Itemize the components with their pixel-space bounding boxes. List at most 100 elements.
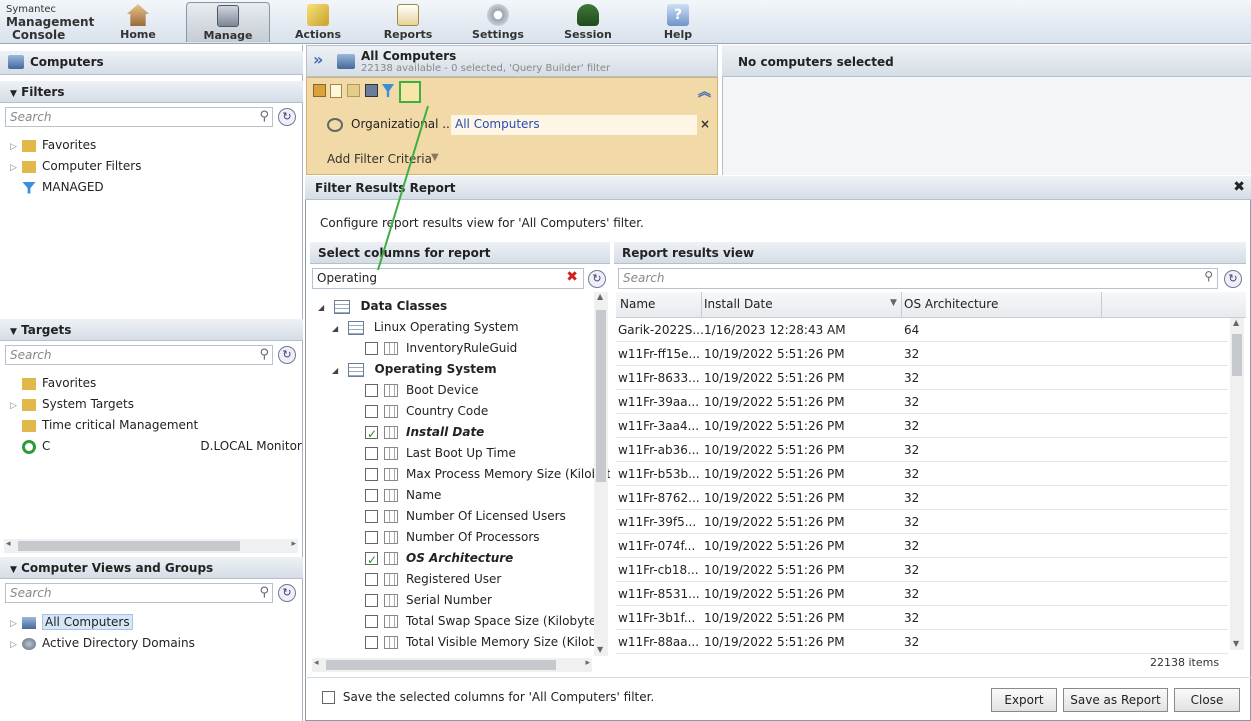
column-checkbox[interactable] <box>365 636 378 649</box>
nav-help[interactable]: ? Help <box>636 2 720 42</box>
close-button[interactable]: Close <box>1174 688 1240 712</box>
tree-item-time-critical[interactable]: Time critical Management <box>10 415 198 435</box>
column-option[interactable]: Boot Device <box>365 380 478 401</box>
tree-horizontal-scrollbar[interactable]: ◂ ▸ <box>312 658 592 672</box>
tree-item-target-favorites[interactable]: Favorites <box>10 373 96 393</box>
column-option[interactable]: Number Of Licensed Users <box>365 506 566 527</box>
scroll-left-arrow-icon[interactable]: ◂ <box>314 658 319 668</box>
column-checkbox[interactable] <box>365 468 378 481</box>
add-filter-criteria-link[interactable]: Add Filter Criteria <box>327 152 432 166</box>
collapse-arrow-icon[interactable]: ◢ <box>318 303 324 312</box>
search-icon[interactable]: ⚲ <box>259 585 269 600</box>
tree-node-data-classes[interactable]: ◢ Data Classes <box>318 296 447 317</box>
export-button[interactable]: Export <box>991 688 1057 712</box>
table-row[interactable]: w11Fr-ab36... 10/19/2022 5:51:26 PM 32 <box>616 438 1228 462</box>
filters-search-input[interactable]: Search ⚲ <box>5 107 273 127</box>
save-columns-checkbox[interactable] <box>322 691 335 704</box>
tree-item-computer-filters[interactable]: ▷ Computer Filters <box>10 156 141 176</box>
add-filter-icon[interactable] <box>313 84 326 97</box>
document-icon[interactable] <box>330 84 342 98</box>
chevron-down-icon[interactable]: ▼ <box>431 152 439 163</box>
results-search-input[interactable]: Search ⚲ <box>618 268 1218 289</box>
column-option[interactable]: Last Boot Up Time <box>365 443 516 464</box>
views-search-input[interactable]: Search ⚲ <box>5 583 273 603</box>
column-option[interactable]: Total Visible Memory Size (Kilobyt <box>365 632 608 653</box>
scroll-thumb[interactable] <box>326 660 556 670</box>
collapse-arrow-icon[interactable]: ◢ <box>332 324 338 333</box>
nav-reports[interactable]: Reports <box>366 2 450 42</box>
column-header-name[interactable]: Name <box>620 297 655 311</box>
nav-session[interactable]: Session <box>546 2 630 42</box>
filter-results-report-icon[interactable] <box>399 81 421 103</box>
column-option[interactable]: Total Swap Space Size (Kilobytes) <box>365 611 607 632</box>
refresh-icon[interactable]: ↻ <box>278 584 296 602</box>
column-option[interactable]: OS Architecture <box>365 548 513 571</box>
column-checkbox[interactable] <box>365 573 378 586</box>
sort-arrow-icon[interactable]: ▼ <box>890 298 897 308</box>
refresh-icon[interactable]: ↻ <box>278 108 296 126</box>
column-checkbox[interactable] <box>365 342 378 355</box>
table-row[interactable]: w11Fr-39f5... 10/19/2022 5:51:26 PM 32 <box>616 510 1228 534</box>
search-icon[interactable]: ⚲ <box>259 347 269 362</box>
report-icon[interactable] <box>365 84 378 97</box>
column-option[interactable]: Name <box>365 485 441 506</box>
scroll-up-arrow-icon[interactable]: ▲ <box>1233 318 1239 327</box>
results-vertical-scrollbar[interactable]: ▲ ▼ <box>1230 318 1244 650</box>
tree-item-managed[interactable]: MANAGED <box>10 177 104 197</box>
nav-home[interactable]: Home <box>96 2 180 42</box>
table-row[interactable]: w11Fr-3b1f... 10/19/2022 5:51:26 PM 32 <box>616 606 1228 630</box>
expand-arrow-icon[interactable]: ▷ <box>10 396 22 416</box>
targets-search-input[interactable]: Search ⚲ <box>5 345 273 365</box>
table-row[interactable]: w11Fr-ff15e... 10/19/2022 5:51:26 PM 32 <box>616 342 1228 366</box>
table-row[interactable]: w11Fr-8633... 10/19/2022 5:51:26 PM 32 <box>616 366 1228 390</box>
column-header-os-architecture[interactable]: OS Architecture <box>904 297 998 311</box>
save-columns-option[interactable]: Save the selected columns for 'All Compu… <box>322 690 654 704</box>
table-row[interactable]: w11Fr-3aa4... 10/19/2022 5:51:26 PM 32 <box>616 414 1228 438</box>
remove-filter-icon[interactable]: × <box>700 117 710 131</box>
filter-funnel-icon[interactable] <box>382 84 394 97</box>
table-row[interactable]: w11Fr-074f... 10/19/2022 5:51:26 PM 32 <box>616 534 1228 558</box>
expand-arrow-icon[interactable]: ▷ <box>10 614 22 634</box>
nav-manage[interactable]: Manage <box>186 2 270 42</box>
close-icon[interactable]: ✖ <box>1233 179 1245 195</box>
column-option[interactable]: InventoryRuleGuid <box>365 338 517 359</box>
column-option[interactable]: Max Process Memory Size (Kilobyt <box>365 464 610 485</box>
scroll-thumb[interactable] <box>596 310 606 482</box>
collapse-up-icon[interactable]: ︽ <box>698 81 711 100</box>
refresh-icon[interactable]: ↻ <box>278 346 296 364</box>
table-row[interactable]: Garik-2022S... 1/16/2023 12:28:43 AM 64 <box>616 318 1228 342</box>
table-row[interactable]: w11Fr-b53b... 10/19/2022 5:51:26 PM 32 <box>616 462 1228 486</box>
column-option[interactable]: Number Of Processors <box>365 527 540 548</box>
targets-section-header[interactable]: ▼ Targets <box>0 319 303 341</box>
refresh-icon[interactable]: ↻ <box>588 270 606 288</box>
tree-vertical-scrollbar[interactable]: ▲ ▼ <box>594 292 608 656</box>
column-checkbox[interactable] <box>365 510 378 523</box>
refresh-icon[interactable]: ↻ <box>1224 270 1242 288</box>
table-row[interactable]: w11Fr-cb18... 10/19/2022 5:51:26 PM 32 <box>616 558 1228 582</box>
column-checkbox[interactable] <box>365 384 378 397</box>
column-header-install-date[interactable]: Install Date <box>704 297 773 311</box>
expand-arrow-icon[interactable]: ▷ <box>10 635 22 655</box>
column-checkbox[interactable] <box>365 531 378 544</box>
tree-item-system-targets[interactable]: ▷ System Targets <box>10 394 134 414</box>
scroll-right-arrow-icon[interactable]: ▸ <box>291 539 296 549</box>
tree-node-linux-os[interactable]: ◢ Linux Operating System <box>332 317 519 338</box>
save-icon[interactable] <box>347 84 360 97</box>
expand-panel-icon[interactable]: » <box>313 50 323 69</box>
search-icon[interactable]: ⚲ <box>259 109 269 124</box>
table-row[interactable]: w11Fr-8531... 10/19/2022 5:51:26 PM 32 <box>616 582 1228 606</box>
column-checkbox[interactable] <box>365 424 378 445</box>
column-checkbox[interactable] <box>365 405 378 418</box>
column-checkbox[interactable] <box>365 594 378 607</box>
column-option[interactable]: Install Date <box>365 422 484 445</box>
tree-item-monitor-target[interactable]: C D.LOCAL Monitor S <box>10 436 313 456</box>
collapse-arrow-icon[interactable]: ◢ <box>332 366 338 375</box>
column-checkbox[interactable] <box>365 447 378 460</box>
column-option[interactable]: Country Code <box>365 401 488 422</box>
views-section-header[interactable]: ▼ Computer Views and Groups <box>0 557 303 579</box>
filter-criteria-value[interactable]: All Computers <box>451 115 697 135</box>
column-option[interactable]: Serial Number <box>365 590 492 611</box>
columns-search-input[interactable]: Operating ✖ <box>312 268 584 289</box>
table-row[interactable]: w11Fr-8762... 10/19/2022 5:51:26 PM 32 <box>616 486 1228 510</box>
scroll-left-arrow-icon[interactable]: ◂ <box>6 539 11 549</box>
